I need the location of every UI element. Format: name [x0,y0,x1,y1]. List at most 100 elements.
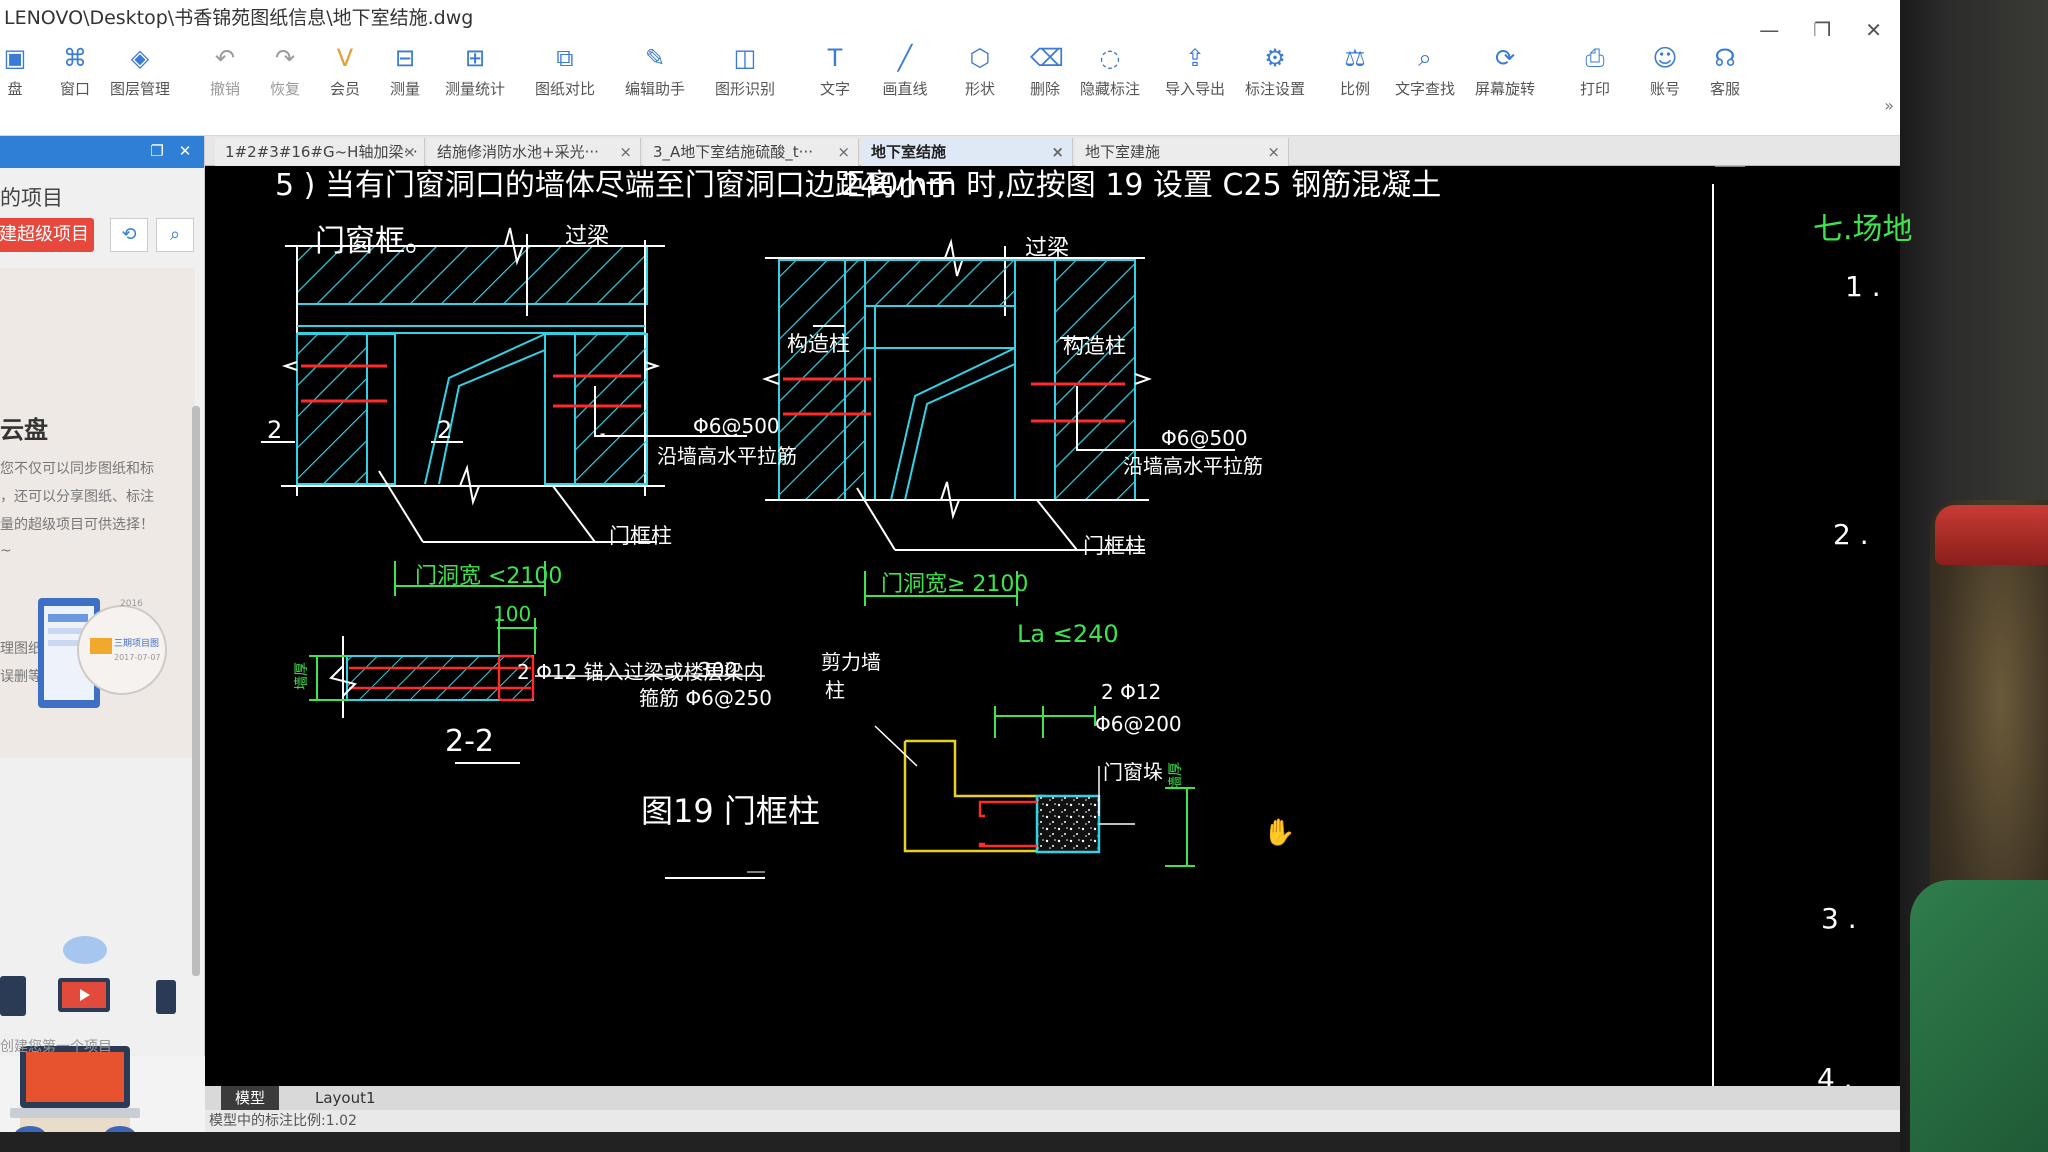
eraser-icon: ⌫ [1030,44,1064,72]
section-stirrup: 箍筋 Φ6@250 [639,686,772,710]
rebar-desc: 沿墙高水平拉筋 [657,444,797,468]
toolbar-text-search-button[interactable]: ⌕ 文字查找 [1390,44,1460,99]
toolbar-shape-button[interactable]: ⬡ 形状 [945,44,1015,99]
toolbar-label: 导入导出 [1164,80,1225,98]
toolbar-annotation-settings-button[interactable]: ⚙ 标注设置 [1240,44,1310,99]
label-frame-column: 门框柱 [609,524,672,548]
toolbar-more-button[interactable]: » [1884,96,1894,115]
label-constructional-column: 构造柱 [1063,334,1126,358]
toolbar-measure-stats-button[interactable]: ⊞ 测量统计 [440,44,510,99]
layout1-tab[interactable]: Layout1 [301,1086,390,1110]
photo-screen: LENOVO\Desktop\书香锦苑图纸信息\地下室结施.dwg — ❐ ✕ … [0,0,2048,1152]
cloud-desc-line: 您不仅可以同步图纸和标 [0,461,154,477]
dim-door-width-ge: 门洞宽≥ 2100 [881,572,1029,597]
toolbar-eraser-button[interactable]: ⌫ 删除 [1010,44,1080,99]
compare-icon: ⧉ [556,44,574,72]
restore-panel-icon[interactable]: ❐ [148,142,166,160]
toolbar-compare-button[interactable]: ⧉ 图纸对比 [530,44,600,99]
label-constructional-column: 构造柱 [787,332,850,356]
right-elevation [762,238,1235,606]
label-lintel: 过梁 [565,224,610,249]
tab-label: 1#2#3#16#G~H轴加梁··· [225,143,418,161]
toolbar-label: 画直线 [882,80,928,98]
drawing-canvas[interactable]: 5 ) 当有门窗洞口的墙体尽端至门窗洞口边距离小于 240mm 时,应按图 19… [205,166,1913,1095]
toolbar-label: 文字 [819,80,850,98]
toolbar-label: 图形识别 [714,80,775,98]
vip-icon: V [336,44,354,72]
toolbar-label: 文字查找 [1394,80,1455,98]
account-icon: ☺ [1652,44,1678,72]
tab-label: 3_A地下室结施硫酸_t··· [653,143,813,161]
text-icon: T [827,44,843,72]
toolbar-rotate-screen-button[interactable]: ⟳ 屏幕旋转 [1470,44,1540,99]
measure-icon: ⊟ [394,44,416,72]
label-shear-wall: 剪力墙 [821,650,881,674]
toolbar-text-button[interactable]: T 文字 [800,44,870,99]
illus-title: 三期项目图 [114,638,159,649]
right-column-item: 2 . [1833,518,1869,551]
toolbar-label: 测量统计 [444,80,505,98]
label-shear-wall-column: 柱 [825,678,845,702]
detail-frame: 门窗垛 [1103,760,1163,784]
create-first-project-link[interactable]: 创建您第一个项目 [0,1036,112,1056]
left-panel-scrollbar[interactable] [192,406,200,976]
left-panel-header: ❐ ✕ [0,136,204,168]
section-mark: 2 [437,416,453,444]
wall-hatch-right [574,333,648,485]
section-mark: 2 [267,416,283,444]
toolbar-label: 客服 [1709,80,1740,98]
note-line-2: 门窗框。 [315,224,435,259]
section-title: 2-2 [445,724,494,759]
toolbar-edit-helper-button[interactable]: ✎ 编辑助手 [620,44,690,99]
sync-button[interactable]: ⟲ [110,218,148,252]
background-bottle [1910,880,2048,1152]
disk-icon: ▣ [3,44,27,72]
detail-wall-thickness: 墙厚 [1168,762,1184,790]
my-projects-heading: 的项目 [0,186,63,210]
label-frame-column: 门框柱 [1083,534,1146,558]
left-elevation [261,227,747,596]
cloud-title: 云盘 [0,416,48,444]
toolbar-label: 图层管理 [109,80,170,98]
right-column-item: 3 . [1821,902,1857,935]
wall-hatch-left [296,333,368,485]
toolbar-window-button[interactable]: ⌘ 窗口 [40,44,110,99]
annotation-scale-status: 模型中的标注比例:1.02 [209,1113,357,1129]
model-tab[interactable]: 模型 [221,1086,280,1110]
tab-label: 结施修消防水池+采光··· [437,143,599,161]
shape-icon: ⬡ [969,44,991,72]
illus-date-1: 2016 [120,599,143,609]
toolbar-scale-button[interactable]: ⚖ 比例 [1320,44,1390,99]
dim-door-width-lt: 门洞宽 <2100 [415,564,563,589]
toolbar-print-button[interactable]: ⎙ 打印 [1560,44,1630,99]
cloud-desc-line: ，还可以分享图纸、标注 [0,489,154,505]
import-export-icon: ⇪ [1184,44,1206,72]
taskbar [0,1132,1900,1152]
toolbar-label: 隐藏标注 [1079,80,1140,98]
scale-icon: ⚖ [1344,44,1366,72]
wall-thickness-label: 墙厚 [294,662,310,690]
status-bar: 模型中的标注比例:1.02 [205,1110,1900,1132]
right-column-item: 1 . [1845,270,1881,303]
create-super-project-button[interactable]: 建超级项目 [0,218,94,252]
toolbar-label: 屏幕旋转 [1474,80,1535,98]
toolbar-label: 图纸对比 [534,80,595,98]
toolbar-layers-button[interactable]: ◈ 图层管理 [105,44,175,99]
toolbar-hide-annotation-button[interactable]: ◌ 隐藏标注 [1075,44,1145,99]
close-panel-icon[interactable]: ✕ [176,142,194,160]
toolbar-label: 比例 [1339,80,1370,98]
search-button[interactable]: ⌕ [156,218,194,252]
figure-title: 图19 门框柱 [641,792,820,830]
toolbar-label: 形状 [964,80,995,98]
layers-icon: ◈ [130,44,150,72]
redo-icon: ↷ [274,44,296,72]
toolbar-label: 删除 [1029,80,1060,98]
toolbar-import-export-button[interactable]: ⇪ 导入导出 [1160,44,1230,99]
toolbar-line-button[interactable]: ╱ 画直线 [870,44,940,99]
dim-100: 100 [493,602,532,626]
measure-stats-icon: ⊞ [464,44,486,72]
toolbar-shape-recognize-button[interactable]: ◫ 图形识别 [710,44,780,99]
line-icon: ╱ [897,44,913,72]
toolbar-support-button[interactable]: ☊ 客服 [1690,44,1760,99]
toolbar-measure-button[interactable]: ⊟ 测量 [370,44,440,99]
